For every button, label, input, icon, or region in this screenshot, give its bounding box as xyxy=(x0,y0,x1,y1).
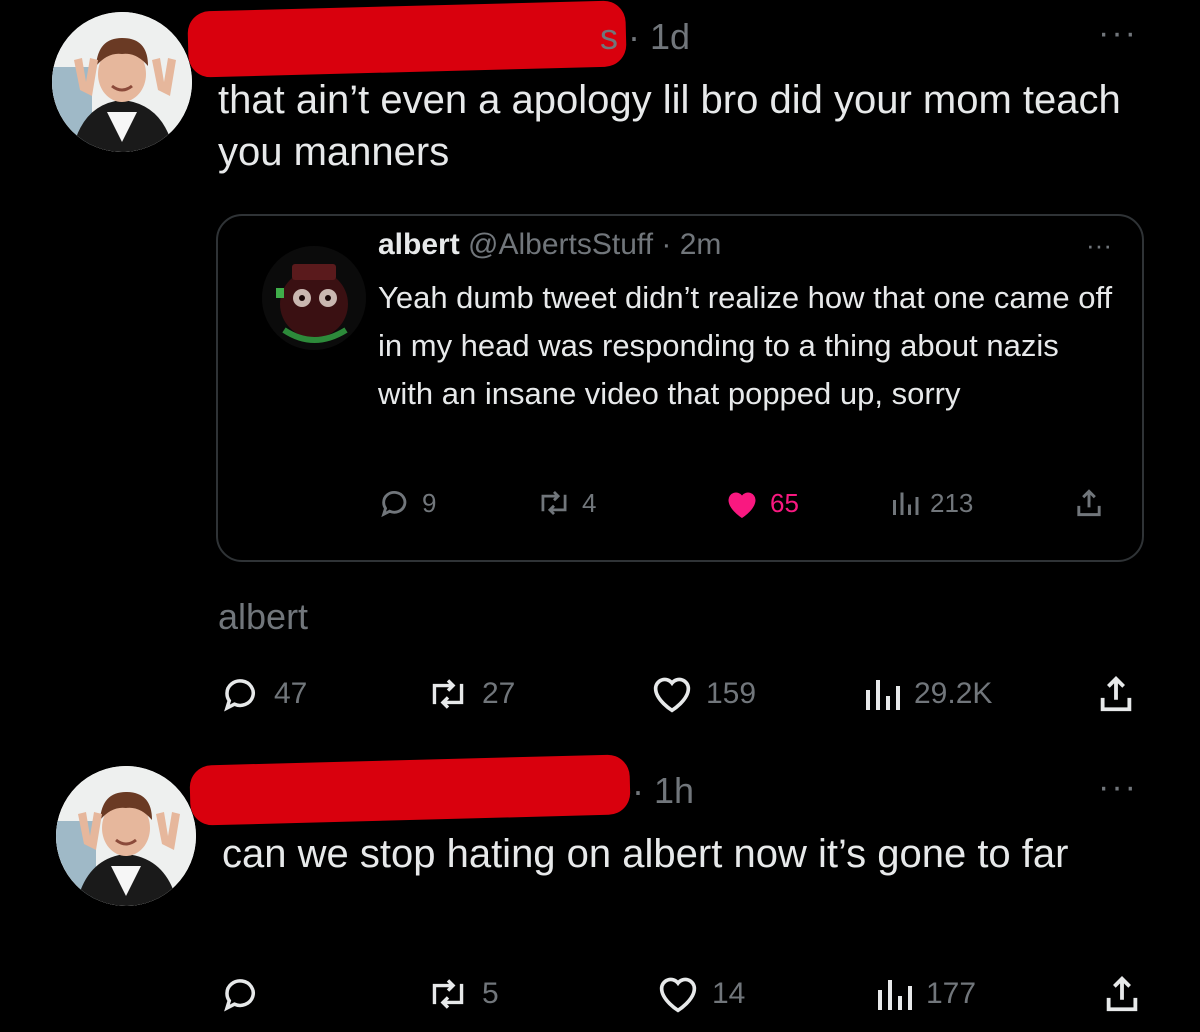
redacted-username xyxy=(187,0,627,78)
quote-avatar[interactable] xyxy=(262,246,366,350)
views-button[interactable]: 177 xyxy=(874,964,976,1024)
views-button[interactable]: 213 xyxy=(890,478,973,528)
reply-icon xyxy=(224,979,255,1012)
views-icon xyxy=(878,980,912,1010)
views-count: 29.2K xyxy=(914,677,993,710)
tweet[interactable]: s · 1d ··· that ain’t even a apology lil… xyxy=(0,0,1200,740)
share-button[interactable] xyxy=(1074,478,1104,528)
tweet[interactable]: · 1h ··· can we stop hating on albert no… xyxy=(0,750,1200,1032)
share-icon xyxy=(1077,489,1101,517)
repost-icon xyxy=(432,979,464,1009)
avatar[interactable] xyxy=(56,766,196,906)
quote-author-handle[interactable]: @AlbertsStuff · 2m xyxy=(468,228,721,261)
reply-count: 47 xyxy=(274,677,308,710)
like-count: 159 xyxy=(706,677,757,710)
tweet-time: · 1h xyxy=(632,770,695,811)
views-count: 213 xyxy=(930,487,974,518)
more-icon[interactable]: ··· xyxy=(1086,230,1112,261)
repost-count: 27 xyxy=(482,677,516,710)
tweet-actions: 47 27 159 29.2K xyxy=(0,664,1200,724)
quote-label: albert xyxy=(218,596,309,637)
repost-icon xyxy=(541,490,567,516)
share-button[interactable] xyxy=(1102,964,1142,1024)
more-icon[interactable]: ··· xyxy=(1098,14,1138,53)
views-icon xyxy=(866,680,900,710)
like-button[interactable]: 65 xyxy=(724,478,799,528)
reply-icon xyxy=(224,679,255,712)
tweet-time: s · 1d xyxy=(600,16,691,57)
quote-header: albert @AlbertsStuff · 2m xyxy=(378,228,721,262)
tweet-text: can we stop hating on albert now it’s go… xyxy=(222,832,1069,876)
reply-icon xyxy=(381,491,407,518)
avatar[interactable] xyxy=(52,12,192,152)
reply-button[interactable]: 47 xyxy=(220,664,307,724)
share-button[interactable] xyxy=(1096,664,1136,724)
like-count: 14 xyxy=(712,977,746,1010)
like-icon xyxy=(659,977,697,1013)
like-icon xyxy=(728,492,756,518)
like-icon xyxy=(653,677,691,713)
share-icon xyxy=(1106,976,1138,1012)
reply-count: 9 xyxy=(422,487,437,518)
repost-button[interactable]: 5 xyxy=(426,964,499,1024)
views-button[interactable]: 29.2K xyxy=(862,664,992,724)
repost-button[interactable]: 27 xyxy=(426,664,515,724)
like-count: 65 xyxy=(770,487,799,518)
reply-button[interactable] xyxy=(220,964,274,1024)
reply-button[interactable]: 9 xyxy=(378,478,436,528)
quoted-tweet[interactable]: albert @AlbertsStuff · 2m ··· Yeah dumb … xyxy=(216,214,1144,562)
repost-count: 4 xyxy=(582,487,597,518)
more-icon[interactable]: ··· xyxy=(1098,768,1138,807)
views-count: 177 xyxy=(926,977,977,1010)
repost-count: 5 xyxy=(482,977,499,1010)
quote-actions: 9 4 65 213 xyxy=(218,478,1146,528)
repost-icon xyxy=(432,679,464,709)
repost-button[interactable]: 4 xyxy=(536,478,596,528)
quote-author-name[interactable]: albert xyxy=(378,228,460,261)
tweet-text: that ain’t even a apology lil bro did yo… xyxy=(218,78,1121,174)
like-button[interactable]: 159 xyxy=(650,664,756,724)
redacted-username xyxy=(189,754,631,826)
views-icon xyxy=(893,492,919,515)
share-icon xyxy=(1100,676,1132,712)
tweet-actions: 5 14 177 xyxy=(0,964,1200,1024)
quote-text: Yeah dumb tweet didn’t realize how that … xyxy=(378,280,1113,411)
like-button[interactable]: 14 xyxy=(656,964,745,1024)
